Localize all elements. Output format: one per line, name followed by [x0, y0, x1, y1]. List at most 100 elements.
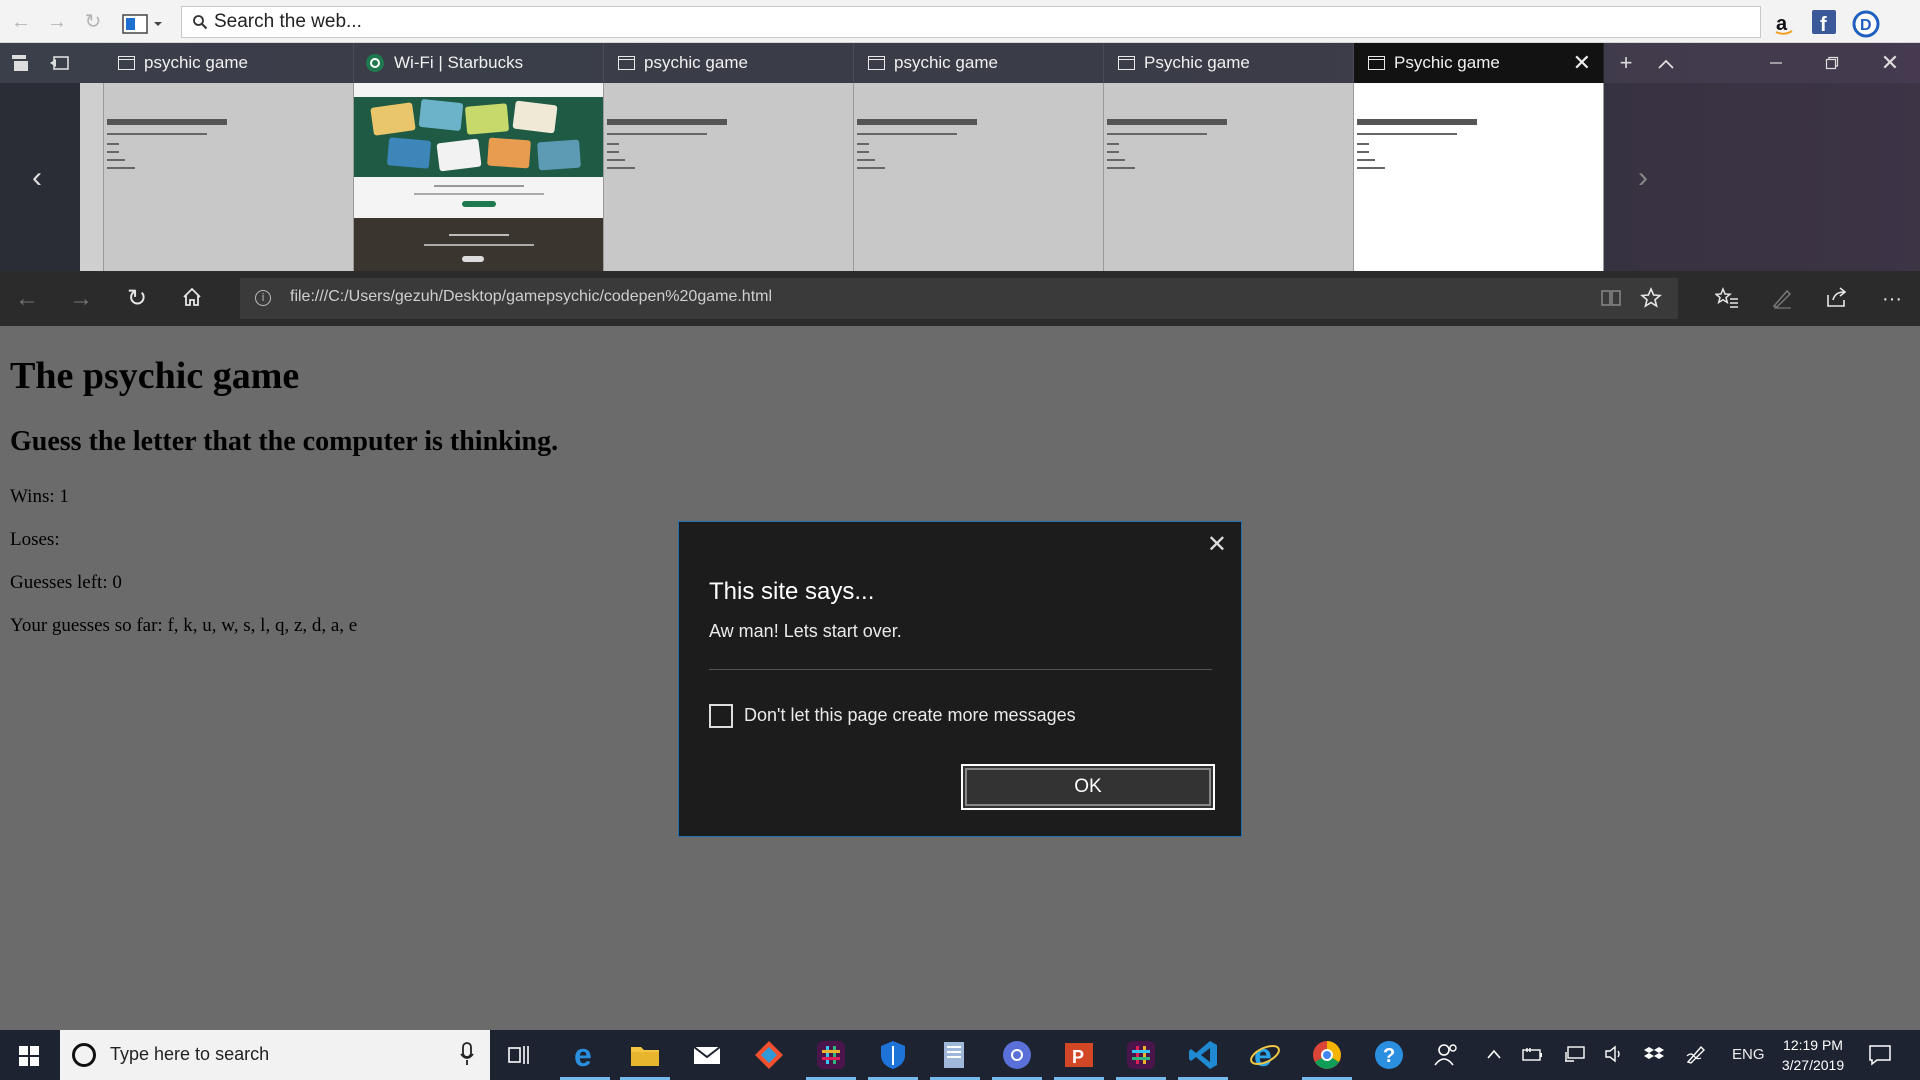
page-icon: [118, 56, 135, 70]
taskbar-search-box[interactable]: Type here to search: [60, 1030, 490, 1080]
preview-hero-image: [354, 97, 603, 177]
internet-explorer-icon[interactable]: e: [1248, 1037, 1282, 1073]
ok-button[interactable]: OK: [961, 764, 1215, 810]
suppress-messages-checkbox[interactable]: [709, 704, 733, 728]
new-tab-icon[interactable]: +: [1604, 43, 1648, 83]
guesses-left-text: Guesses left: 0: [10, 572, 122, 593]
tab-strip: psychic game Wi-Fi | Starbucks psychic g…: [0, 43, 1920, 83]
svg-text:e: e: [574, 1038, 592, 1072]
browser-search-toolbar: ← → ↻ a f D: [0, 0, 1920, 43]
tab-preview-4[interactable]: [854, 83, 1104, 271]
tab-psychic-game-3[interactable]: psychic game: [604, 43, 854, 83]
hide-previews-chevron-icon[interactable]: [1644, 43, 1688, 83]
chevron-right-icon[interactable]: ›: [1638, 161, 1648, 195]
page-icon: [618, 56, 635, 70]
web-search-box[interactable]: [181, 6, 1761, 38]
tab-psychic-game-active[interactable]: Psychic game ✕: [1354, 43, 1604, 83]
profile-d-icon[interactable]: D: [1852, 10, 1880, 38]
svg-text:f: f: [1820, 14, 1827, 34]
tab-label: Psychic game: [1394, 53, 1500, 72]
tab-label: psychic game: [644, 53, 748, 72]
page-icon: [1368, 56, 1385, 70]
document-app-icon[interactable]: [930, 1038, 980, 1080]
chrome-profile-icon[interactable]: [1302, 1038, 1352, 1080]
chevron-left-icon[interactable]: ‹: [32, 161, 42, 195]
svg-text:D: D: [1860, 17, 1872, 34]
slack-2-icon[interactable]: [1116, 1038, 1166, 1080]
powerpoint-icon[interactable]: P: [1054, 1038, 1104, 1080]
tab-preview-5[interactable]: [1104, 83, 1354, 271]
forward-arrow-icon[interactable]: →: [46, 11, 68, 33]
close-window-icon[interactable]: ✕: [1868, 43, 1912, 83]
task-view-icon[interactable]: [502, 1038, 536, 1072]
vscode-icon[interactable]: [1178, 1038, 1228, 1080]
tab-label: psychic game: [894, 53, 998, 72]
address-bar[interactable]: i file:///C:/Users/gezuh/Desktop/gamepsy…: [240, 278, 1678, 319]
home-icon[interactable]: [179, 286, 205, 312]
show-hidden-icons-chevron-icon[interactable]: [1486, 1048, 1502, 1060]
clock-date: 3/27/2019: [1781, 1057, 1845, 1073]
back-icon[interactable]: ←: [14, 286, 40, 312]
gitkraken-icon[interactable]: [752, 1038, 786, 1072]
facebook-icon[interactable]: f: [1812, 10, 1838, 36]
restore-window-icon[interactable]: [1810, 43, 1854, 83]
share-icon[interactable]: [1825, 286, 1849, 308]
refresh-icon[interactable]: ↻: [82, 11, 104, 33]
action-center-icon[interactable]: [1868, 1044, 1892, 1066]
slack-icon[interactable]: [806, 1038, 856, 1080]
tab-preview-active[interactable]: [1354, 83, 1604, 271]
clock[interactable]: 12:19 PM 3/27/2019: [1768, 1035, 1858, 1075]
windows-ink-icon[interactable]: [1685, 1044, 1707, 1064]
svg-text:e: e: [1254, 1038, 1272, 1072]
battery-icon[interactable]: [1522, 1046, 1544, 1062]
svg-text:a: a: [1776, 13, 1788, 35]
reading-view-icon[interactable]: [1600, 289, 1622, 307]
web-search-input[interactable]: [214, 11, 1714, 33]
network-icon[interactable]: [1564, 1045, 1586, 1063]
chrome-icon[interactable]: [992, 1038, 1042, 1080]
tab-label: Wi-Fi | Starbucks: [394, 53, 524, 72]
tab-preview-starbucks[interactable]: [354, 83, 604, 271]
web-note-pen-icon[interactable]: [1771, 287, 1793, 309]
people-icon[interactable]: [1430, 1038, 1464, 1072]
clock-time: 12:19 PM: [1783, 1037, 1843, 1053]
back-arrow-icon[interactable]: ←: [10, 11, 32, 33]
tab-previews: ‹ ›: [0, 83, 1920, 271]
tab-preview-3[interactable]: [604, 83, 854, 271]
forward-icon[interactable]: →: [68, 286, 94, 312]
start-button[interactable]: [0, 1030, 58, 1080]
favorites-hub-icon[interactable]: [1715, 287, 1739, 309]
amazon-icon[interactable]: a: [1771, 10, 1797, 36]
defender-shield-icon[interactable]: [868, 1038, 918, 1080]
dropbox-icon[interactable]: [1643, 1045, 1665, 1063]
minimize-icon[interactable]: [1754, 43, 1798, 83]
suppress-messages-label[interactable]: Don't let this page create more messages: [744, 705, 1076, 726]
close-dialog-icon[interactable]: ✕: [1207, 530, 1227, 559]
file-explorer-icon[interactable]: [620, 1038, 670, 1080]
help-icon[interactable]: ?: [1372, 1038, 1406, 1072]
language-indicator[interactable]: ENG: [1732, 1046, 1765, 1063]
volume-icon[interactable]: [1604, 1045, 1626, 1063]
refresh-icon[interactable]: ↻: [124, 286, 150, 312]
tab-wifi-starbucks[interactable]: Wi-Fi | Starbucks: [354, 43, 604, 83]
extension-menu-icon[interactable]: [122, 13, 162, 35]
mail-icon[interactable]: [690, 1038, 724, 1072]
close-tab-icon[interactable]: ✕: [1573, 43, 1591, 83]
search-icon: [193, 15, 208, 30]
microphone-icon[interactable]: [460, 1042, 474, 1066]
more-options-icon[interactable]: ···: [1879, 286, 1905, 312]
windows-logo-icon: [19, 1046, 39, 1066]
dialog-title: This site says...: [709, 578, 875, 605]
tab-psychic-game-4[interactable]: psychic game: [854, 43, 1104, 83]
info-icon[interactable]: i: [255, 290, 271, 306]
tab-psychic-game-5[interactable]: Psychic game: [1104, 43, 1354, 83]
svg-text:P: P: [1072, 1047, 1084, 1067]
dialog-divider: [709, 669, 1212, 670]
favorite-star-icon[interactable]: [1640, 287, 1662, 309]
tab-preview-1[interactable]: [104, 83, 354, 271]
restore-tabs-icon[interactable]: [48, 53, 70, 73]
address-url[interactable]: file:///C:/Users/gezuh/Desktop/gamepsych…: [290, 288, 772, 306]
tabs-aside-icon[interactable]: [10, 53, 32, 73]
edge-taskbar-icon[interactable]: e: [560, 1037, 610, 1080]
tab-psychic-game-1[interactable]: psychic game: [104, 43, 354, 83]
